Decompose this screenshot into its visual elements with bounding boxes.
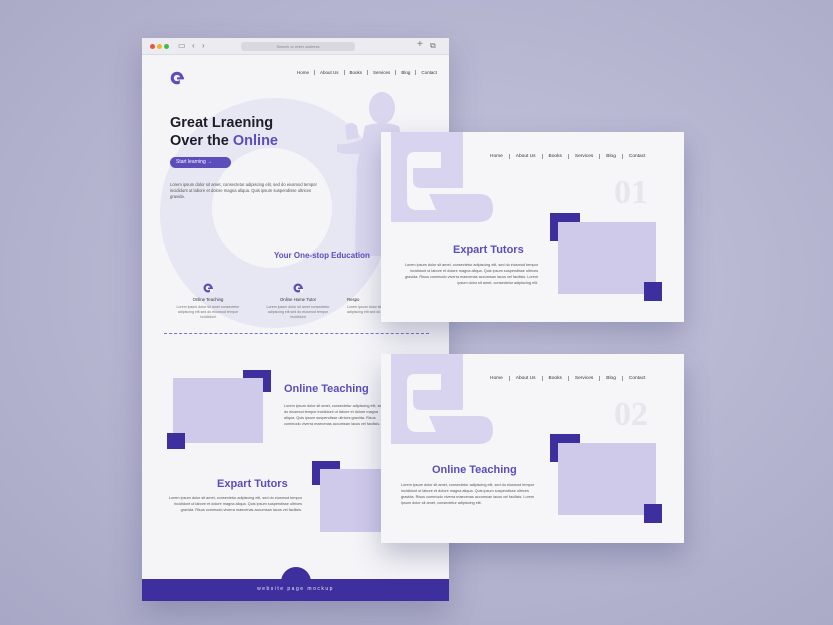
- feature-title: Online Teaching: [192, 297, 224, 302]
- sidebar-icon[interactable]: ▭: [178, 41, 186, 51]
- nav-services[interactable]: Services: [368, 70, 397, 75]
- feature-title: Online Home Tutor: [279, 297, 317, 302]
- e-logo-icon[interactable]: [170, 71, 184, 85]
- nav-about[interactable]: About Us: [510, 154, 543, 159]
- online-teaching-text: Lorem ipsum dolor sit amet, consectetur …: [284, 404, 384, 426]
- nav-home[interactable]: Home: [484, 376, 510, 381]
- expart-tutors-text: Lorem ipsum dolor sit amet, consectetur …: [168, 496, 302, 512]
- close-window-button[interactable]: [150, 44, 155, 49]
- card-text: Lorem ipsum dolor sit amet, consectetur …: [404, 263, 538, 285]
- browser-toolbar: ▭ ‹ › Search or enter address + ⧉: [142, 38, 449, 55]
- footer-text: website page mockup: [257, 586, 334, 592]
- image-placeholder: [173, 378, 263, 443]
- nav-about[interactable]: About Us: [315, 70, 345, 75]
- hero-title-accent: Online: [232, 133, 278, 149]
- decor-square: [644, 504, 662, 523]
- nav-blog[interactable]: Blog: [600, 376, 623, 381]
- feature-online-teaching: Online Teaching Lorem ipsum dolor sit am…: [172, 283, 244, 320]
- decor-square: [167, 433, 185, 449]
- hero-background-cutout: [212, 148, 332, 268]
- nav-books[interactable]: Books: [543, 376, 569, 381]
- nav-home[interactable]: Home: [292, 70, 316, 75]
- card-online-teaching: Home About Us Books Services Blog Contac…: [381, 354, 684, 543]
- hero-title-line2: Over the: [170, 133, 229, 149]
- hero-title: Great Lraening Over the Online: [170, 114, 330, 150]
- nav-contact[interactable]: Contact: [623, 154, 652, 159]
- image-placeholder: [320, 469, 390, 532]
- nav-services[interactable]: Services: [569, 376, 601, 381]
- card-number: 02: [614, 396, 648, 433]
- minimize-window-button[interactable]: [157, 44, 162, 49]
- nav-blog[interactable]: Blog: [396, 70, 417, 75]
- card-text: Lorem ipsum dolor sit amet, consectetur …: [401, 483, 535, 505]
- forward-icon[interactable]: ›: [202, 41, 205, 51]
- image-placeholder: [558, 443, 656, 515]
- nav-contact[interactable]: Contact: [416, 70, 442, 75]
- nav-books[interactable]: Books: [543, 154, 569, 159]
- e-logo-icon: [293, 283, 303, 293]
- feature-desc: Lorem ipsum dolor sit amet consectetur a…: [176, 305, 240, 319]
- e-logo-icon: [391, 354, 493, 444]
- card-title: Expart Tutors: [453, 244, 524, 256]
- image-placeholder: [558, 222, 656, 294]
- main-nav: Home About Us Books Services Blog Contac…: [292, 70, 442, 75]
- tabs-icon[interactable]: ⧉: [430, 41, 436, 51]
- card-nav: Home About Us Books Services Blog Contac…: [484, 154, 651, 159]
- section-divider: [164, 333, 429, 334]
- nav-contact[interactable]: Contact: [623, 376, 652, 381]
- address-bar[interactable]: Search or enter address: [241, 42, 355, 51]
- nav-blog[interactable]: Blog: [600, 154, 623, 159]
- card-nav: Home About Us Books Services Blog Contac…: [484, 376, 651, 381]
- nav-home[interactable]: Home: [484, 154, 510, 159]
- start-learning-button[interactable]: Start learning →: [170, 157, 231, 168]
- e-logo-icon: [391, 132, 493, 222]
- online-teaching-title: Online Teaching: [284, 383, 369, 395]
- nav-books[interactable]: Books: [345, 70, 369, 75]
- new-tab-icon[interactable]: +: [417, 40, 423, 50]
- nav-about[interactable]: About Us: [510, 376, 543, 381]
- card-title: Online Teaching: [432, 464, 517, 476]
- maximize-window-button[interactable]: [164, 44, 169, 49]
- hero-description: Lorem ipsum dolor sit amet, consectetur …: [170, 182, 317, 199]
- back-icon[interactable]: ‹: [192, 41, 195, 51]
- feature-desc: Lorem ipsum dolor sit amet consectetur a…: [266, 305, 330, 319]
- hero-title-line1: Great Lraening: [170, 115, 274, 131]
- e-logo-icon: [203, 283, 213, 293]
- nav-services[interactable]: Services: [569, 154, 601, 159]
- card-expart-tutors: Home About Us Books Services Blog Contac…: [381, 132, 684, 322]
- expart-tutors-title: Expart Tutors: [217, 478, 288, 490]
- feature-home-tutor: Online Home Tutor Lorem ipsum dolor sit …: [262, 283, 334, 320]
- decor-square: [644, 282, 662, 301]
- card-number: 01: [614, 174, 648, 211]
